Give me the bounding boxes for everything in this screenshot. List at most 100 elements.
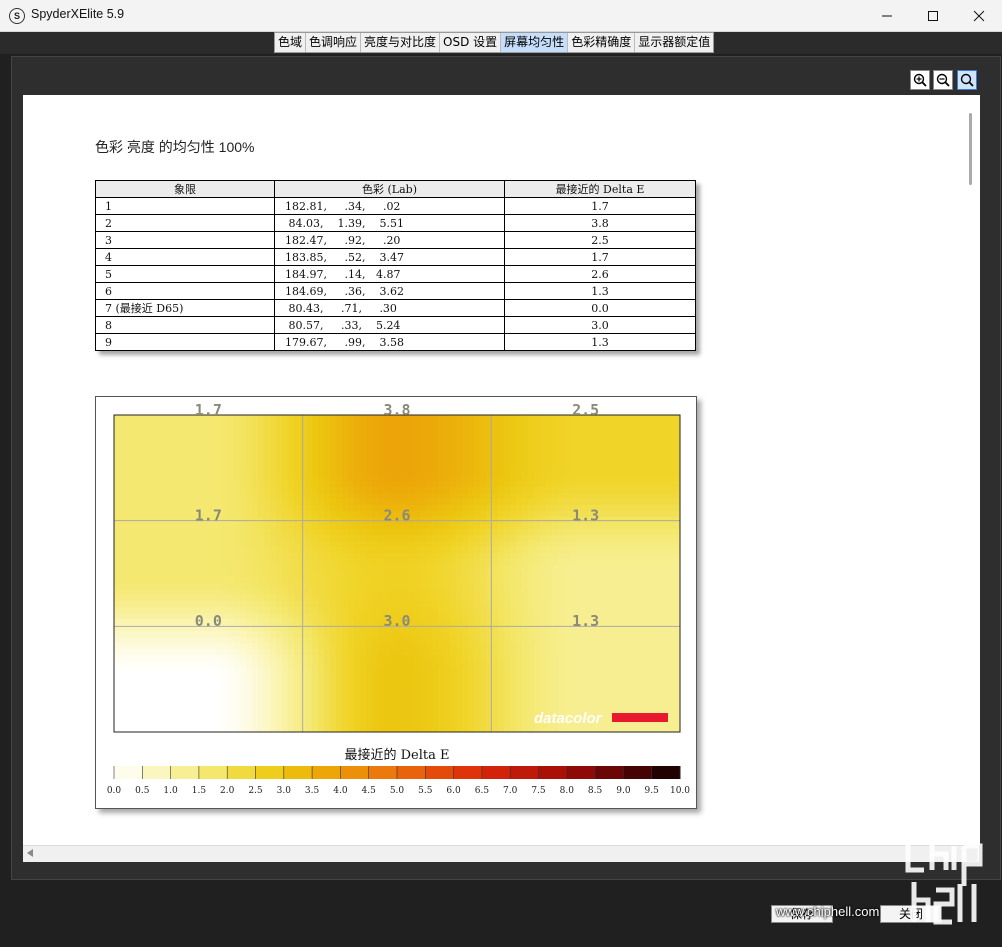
colorbar-tick-label: 10.0 [670, 786, 690, 796]
colorbar-segment [566, 766, 596, 779]
tab-osd-settings[interactable]: OSD 设置 [440, 33, 502, 52]
maximize-icon [928, 10, 938, 21]
minimize-button[interactable] [864, 0, 910, 31]
colorbar-segment [283, 766, 313, 779]
colorbar-segment [312, 766, 341, 779]
colorbar-tick-label: 3.5 [305, 786, 320, 796]
uniformity-heatmap-chart: 1.7 3.8 2.5 1.7 2.6 1.3 0.0 3.0 1.3 datacolor 最接近的… [95, 396, 697, 809]
tab-screen-uniformity[interactable]: 屏幕均匀性 [501, 33, 569, 52]
colorbar-tick-label: 2.0 [220, 786, 235, 796]
close-icon [973, 10, 985, 21]
lab-value-cell: 182.81, .34, .02 [274, 197, 505, 215]
delta-e-cell: 2.5 [504, 231, 696, 249]
colorbar-tick-label: 7.0 [503, 786, 518, 796]
lab-value-cell: 184.97, .14, 4.87 [274, 265, 505, 283]
colorbar-segment [481, 766, 511, 779]
chiphell-logo-icon [905, 836, 983, 925]
watermark-text: www.chiphell.com [776, 904, 880, 919]
table-row: 2 84.03, 1.39, 5.51 3.8 [95, 214, 696, 232]
colorbar-segment [623, 766, 653, 779]
delta-e-cell: 1.7 [504, 248, 696, 266]
heatmap-field [114, 415, 680, 732]
magnifier-icon [960, 73, 974, 87]
maximize-button[interactable] [910, 0, 956, 31]
table-row: 3 182.47, .92, .20 2.5 [95, 231, 696, 249]
zoom-in-icon [913, 73, 927, 87]
quadrant-cell: 9 [95, 333, 275, 351]
close-window-button[interactable] [956, 0, 1002, 31]
report-title: 色彩 亮度 的均匀性 100% [95, 139, 255, 155]
cell-value-label: 0.0 [195, 612, 222, 630]
table-row: 5 184.97, .14, 4.87 2.6 [95, 265, 696, 283]
quadrant-cell: 6 [95, 282, 275, 300]
delta-e-cell: 3.0 [504, 316, 696, 334]
title-bar: S SpyderXElite 5.9 [0, 0, 1002, 32]
horizontal-scrollbar[interactable] [23, 845, 979, 862]
quadrant-cell: 3 [95, 231, 275, 249]
scroll-left-icon[interactable] [27, 849, 33, 857]
zoom-in-button[interactable] [910, 70, 930, 90]
zoom-fit-button[interactable] [957, 70, 977, 90]
colorbar-tick-label: 1.5 [192, 786, 207, 796]
colorbar-segment [227, 766, 256, 779]
colorbar-segment [340, 766, 370, 779]
quadrant-cell: 4 [95, 248, 275, 266]
tab-brightness-contrast[interactable]: 亮度与对比度 [361, 33, 441, 52]
column-header-delta-e: 最接近的 Delta E [504, 180, 696, 198]
colorbar-tick-label: 0.5 [135, 786, 150, 796]
tab-bar: 色域 色调响应 亮度与对比度 OSD 设置 屏幕均匀性 色彩精确度 显示器额定值 [274, 32, 715, 53]
colorbar-segment [453, 766, 483, 779]
colorbar-segment [255, 766, 285, 779]
tab-gamut[interactable]: 色域 [275, 33, 307, 52]
colorbar-tick-label: 3.0 [277, 786, 292, 796]
delta-e-cell: 2.6 [504, 265, 696, 283]
colorbar-segment [114, 766, 143, 779]
colorbar-tick-label: 8.0 [560, 786, 575, 796]
delta-e-cell: 3.8 [504, 214, 696, 232]
table-row: 6 184.69, .36, 3.62 1.3 [95, 282, 696, 300]
colorbar-tick-label: 7.5 [531, 786, 546, 796]
cell-value-label: 1.3 [572, 507, 599, 525]
table-header-row: 象限 色彩 (Lab) 最接近的 Delta E [95, 180, 696, 198]
tab-tone-response[interactable]: 色调响应 [306, 33, 362, 52]
colorbar-segment [595, 766, 624, 779]
cell-value-label: 3.8 [383, 401, 410, 419]
colorbar-title: 最接近的 Delta E [344, 747, 449, 763]
minimize-icon [882, 15, 892, 16]
colorbar-tick-label: 4.5 [362, 786, 377, 796]
quadrant-cell: 8 [95, 316, 275, 334]
table-row: 7 (最接近 D65) 80.43, .71, .30 0.0 [95, 299, 696, 317]
window-title: SpyderXElite 5.9 [31, 7, 125, 21]
colorbar-segment [425, 766, 455, 779]
app-icon: S [9, 8, 25, 24]
delta-e-cell: 1.3 [504, 333, 696, 351]
heatmap-svg: 1.7 3.8 2.5 1.7 2.6 1.3 0.0 3.0 1.3 datacolor 最接近的… [107, 401, 690, 796]
uniformity-table: 象限 色彩 (Lab) 最接近的 Delta E 1 182.81, .34, .… [95, 180, 696, 351]
scroll-thumb[interactable] [969, 113, 972, 185]
zoom-out-button[interactable] [933, 70, 953, 90]
colorbar-tick-label: 5.0 [390, 786, 405, 796]
vertical-scrollbar[interactable] [963, 95, 980, 845]
table-row: 4 183.85, .52, 3.47 1.7 [95, 248, 696, 266]
column-header-quadrant: 象限 [95, 180, 275, 198]
colorbar-tick-label: 0.0 [107, 786, 122, 796]
lab-value-cell: 183.85, .52, 3.47 [274, 248, 505, 266]
column-header-lab: 色彩 (Lab) [274, 180, 505, 198]
cell-value-label: 1.7 [195, 507, 222, 525]
delta-e-cell: 0.0 [504, 299, 696, 317]
cell-value-label: 1.7 [195, 401, 222, 419]
table-row: 1 182.81, .34, .02 1.7 [95, 197, 696, 215]
colorbar-tick-label: 9.0 [616, 786, 631, 796]
cell-value-label: 2.5 [572, 401, 599, 419]
delta-e-cell: 1.7 [504, 197, 696, 215]
lab-value-cell: 179.67, .99, 3.58 [274, 333, 505, 351]
colorbar-segment [397, 766, 426, 779]
colorbar-tick-label: 1.0 [163, 786, 178, 796]
colorbar-segment [368, 766, 398, 779]
tab-color-accuracy[interactable]: 色彩精确度 [568, 33, 636, 52]
colorbar-tick-label: 6.0 [446, 786, 461, 796]
lab-value-cell: 80.43, .71, .30 [274, 299, 505, 317]
tab-display-rating[interactable]: 显示器额定值 [635, 33, 713, 52]
colorbar-tick-label: 8.5 [588, 786, 603, 796]
quadrant-cell: 7 (最接近 D65) [95, 299, 275, 317]
